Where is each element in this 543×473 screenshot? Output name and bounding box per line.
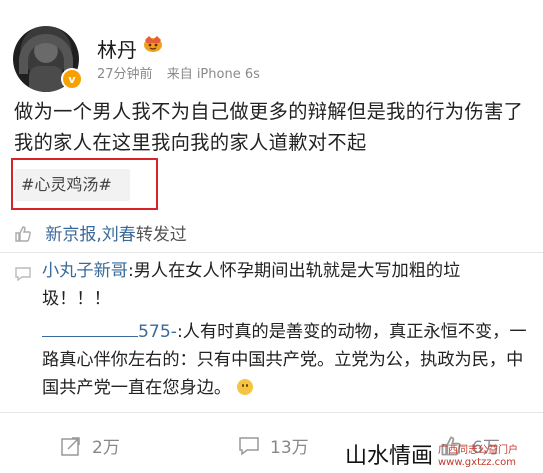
post-source: 来自 iPhone 6s <box>166 67 260 82</box>
highlight-box <box>11 158 158 210</box>
smiley-emoji-icon <box>236 379 253 395</box>
thumb-up-icon <box>15 226 31 242</box>
repost-info: 新京报,刘春转发过 <box>14 220 187 245</box>
post-text: 做为一个男人我不为自己做更多的辩解但是我的行为伤害了我的家人在这里我向我的家人道… <box>14 100 524 154</box>
comment-icon <box>14 257 42 313</box>
comment-username[interactable]: 小丸子新哥 <box>42 261 128 281</box>
watermark-site-title: 广西同志公益门户 <box>438 445 518 456</box>
comment-button[interactable]: 13万 <box>238 433 309 458</box>
comment-username[interactable]: 575- <box>138 322 177 342</box>
post-meta: 27分钟前 来自 iPhone 6s <box>97 63 270 82</box>
weibo-post: v 林丹 27分钟前 来自 iPhone 6s 做为一个男人我不为自己做更多的辩… <box>0 0 543 473</box>
repost-users[interactable]: 新京报,刘春 <box>45 225 135 245</box>
comment-username-underline[interactable] <box>42 318 138 337</box>
watermark-site: 广西同志公益门户 www.gxtzz.com <box>438 445 543 469</box>
comment-count: 13万 <box>270 438 309 458</box>
repost-count: 2万 <box>92 438 120 458</box>
verified-badge-icon: v <box>61 68 83 90</box>
comment-icon <box>239 436 259 456</box>
avatar-figure-torso <box>29 66 63 92</box>
comment-item: 575-:人有时真的是善变的动物，真正永恒不变，一路真心伴你左右的：只有中国共产… <box>14 318 529 402</box>
comment-item: 小丸子新哥:男人在女人怀孕期间出轨就是大写加粗的垃圾！！！ <box>14 257 529 313</box>
post-time: 27分钟前 <box>97 67 153 82</box>
crown-icon <box>144 36 162 52</box>
watermark-text: 山水情画 <box>341 442 438 472</box>
comment-list: 小丸子新哥:男人在女人怀孕期间出轨就是大写加粗的垃圾！！！ 575-:人有时真的… <box>14 257 529 407</box>
author-name[interactable]: 林丹 <box>97 34 137 63</box>
watermark-site-url: www.gxtzz.com <box>438 457 517 468</box>
divider <box>0 252 543 253</box>
repost-suffix: 转发过 <box>135 225 187 245</box>
repost-button[interactable]: 2万 <box>60 433 120 458</box>
divider <box>0 412 543 413</box>
repost-icon <box>61 436 80 456</box>
